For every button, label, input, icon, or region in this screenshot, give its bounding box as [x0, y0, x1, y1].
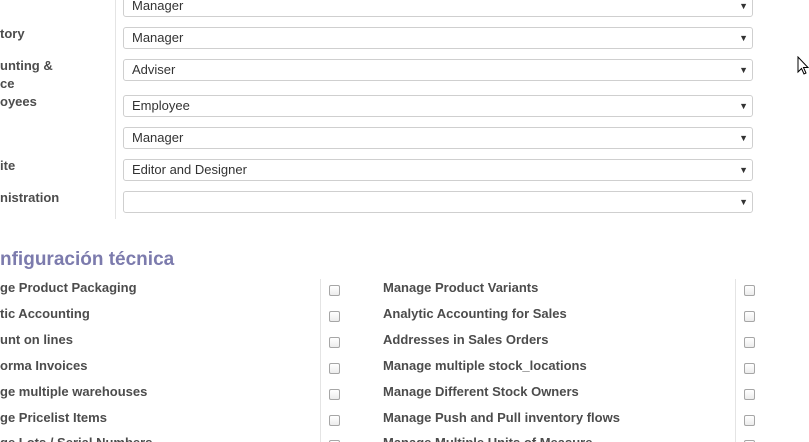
access-select-row-4[interactable]: Manager ▼ — [123, 127, 753, 149]
feature-label-right-2: Addresses in Sales Orders — [383, 332, 549, 347]
feature-checkbox-left-1[interactable] — [329, 311, 340, 322]
feature-checkbox-right-3[interactable] — [744, 363, 755, 374]
feature-checkbox-right-1[interactable] — [744, 311, 755, 322]
feature-checkbox-left-2[interactable] — [329, 337, 340, 348]
caret-down-icon: ▼ — [739, 101, 748, 111]
access-select-employees[interactable]: Employee ▼ — [123, 95, 753, 117]
feature-label-left-3: orma Invoices — [0, 358, 88, 373]
feature-checkbox-right-5[interactable] — [744, 415, 755, 426]
column-separator-right — [735, 279, 736, 442]
access-label-inventory: tory — [0, 26, 25, 41]
access-select-row-0[interactable]: Manager ▼ — [123, 0, 753, 17]
access-select-value: Manager — [132, 30, 184, 45]
access-select-accounting[interactable]: Adviser ▼ — [123, 59, 753, 81]
feature-checkbox-right-0[interactable] — [744, 285, 755, 296]
feature-label-left-2: unt on lines — [0, 332, 73, 347]
feature-checkbox-left-5[interactable] — [329, 415, 340, 426]
access-label-website: ite — [0, 158, 16, 173]
feature-checkbox-right-2[interactable] — [744, 337, 755, 348]
access-label-administration: nistration — [0, 190, 60, 205]
feature-label-left-1: tic Accounting — [0, 306, 90, 321]
feature-checkbox-left-3[interactable] — [329, 363, 340, 374]
feature-checkbox-left-0[interactable] — [329, 285, 340, 296]
feature-label-left-6: ge Lots / Serial Numbers — [0, 434, 152, 442]
label-column-separator — [115, 0, 116, 219]
access-select-value: Manager — [132, 0, 184, 13]
access-select-value: Adviser — [132, 62, 176, 77]
user-access-rights-form: Manager ▼ tory Manager ▼ unting & ce Adv… — [0, 0, 809, 442]
feature-checkbox-left-4[interactable] — [329, 389, 340, 400]
caret-down-icon: ▼ — [739, 197, 748, 207]
caret-down-icon: ▼ — [739, 165, 748, 175]
caret-down-icon: ▼ — [739, 65, 748, 75]
feature-label-right-1: Analytic Accounting for Sales — [383, 306, 567, 321]
access-select-inventory[interactable]: Manager ▼ — [123, 27, 753, 49]
caret-down-icon: ▼ — [739, 1, 748, 11]
mouse-cursor-icon — [797, 56, 809, 75]
access-label-accounting: unting & — [0, 58, 53, 73]
feature-label-right-6: Manage Multiple Units of Measure — [383, 434, 592, 442]
caret-down-icon: ▼ — [739, 33, 748, 43]
caret-down-icon: ▼ — [739, 133, 748, 143]
feature-label-left-0: ge Product Packaging — [0, 280, 137, 295]
feature-label-right-4: Manage Different Stock Owners — [383, 384, 579, 399]
access-label-accounting-line2: ce — [0, 76, 15, 91]
column-separator-left — [320, 279, 321, 442]
feature-label-left-5: ge Pricelist Items — [0, 410, 107, 425]
access-select-value: Editor and Designer — [132, 162, 247, 177]
access-label-employees: oyees — [0, 94, 37, 109]
access-select-value: Manager — [132, 130, 184, 145]
access-select-website[interactable]: Editor and Designer ▼ — [123, 159, 753, 181]
access-select-administration[interactable]: ▼ — [123, 191, 753, 213]
feature-label-right-5: Manage Push and Pull inventory flows — [383, 410, 620, 425]
feature-label-left-4: ge multiple warehouses — [0, 384, 148, 399]
feature-label-right-0: Manage Product Variants — [383, 280, 539, 295]
access-select-value: Employee — [132, 98, 190, 113]
technical-settings-title: nfiguración técnica — [0, 249, 175, 270]
feature-checkbox-right-4[interactable] — [744, 389, 755, 400]
feature-label-right-3: Manage multiple stock_locations — [383, 358, 587, 373]
